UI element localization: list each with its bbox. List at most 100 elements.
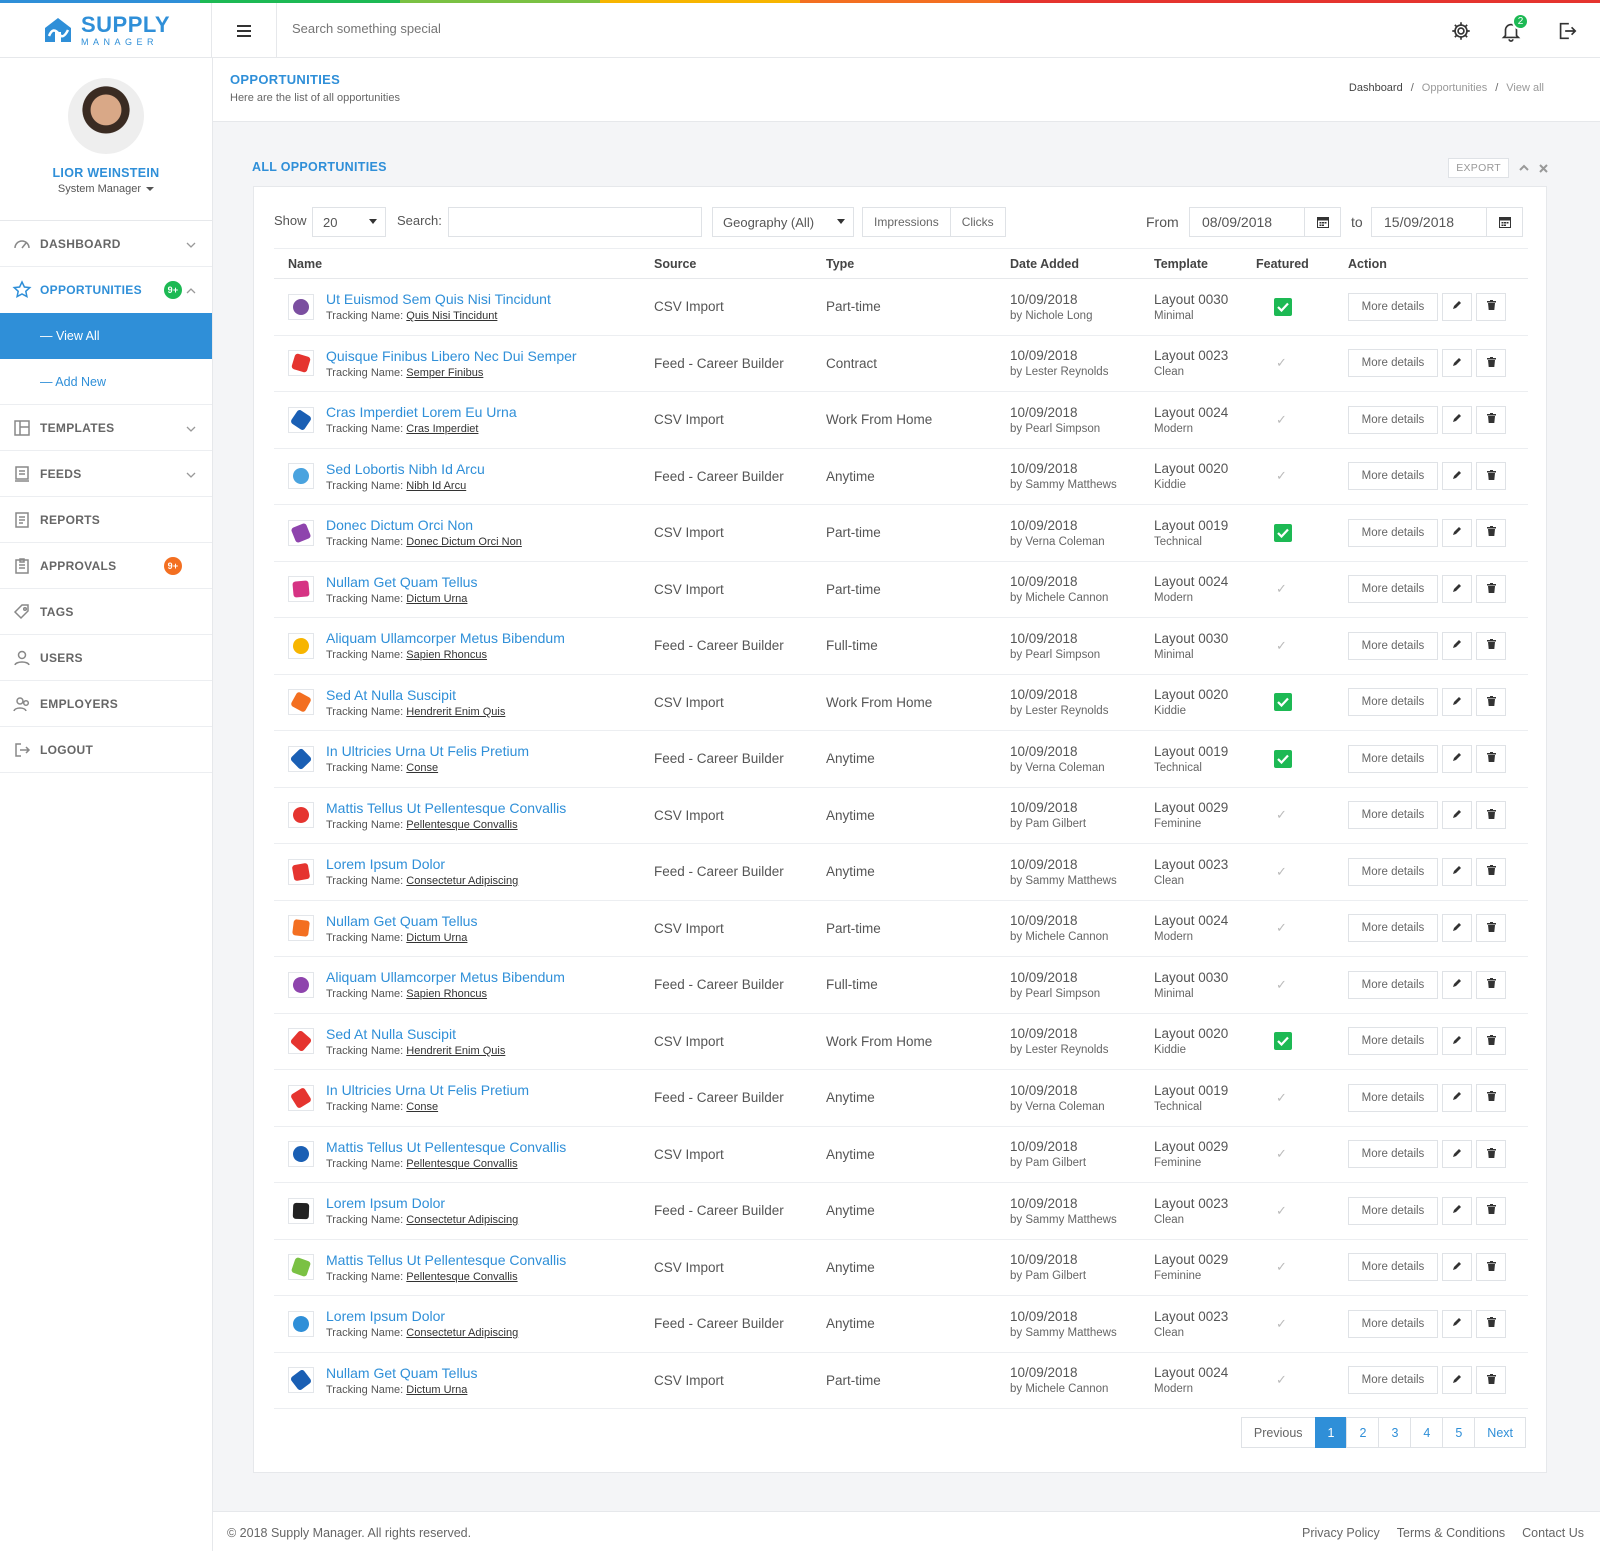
more-details-button[interactable]: More details bbox=[1348, 1366, 1438, 1395]
more-details-button[interactable]: More details bbox=[1348, 1196, 1438, 1225]
opportunity-name-link[interactable]: Lorem Ipsum Dolor bbox=[326, 1195, 518, 1211]
tracking-name-link[interactable]: Donec Dictum Orci Non bbox=[406, 536, 522, 548]
opportunity-name-link[interactable]: Mattis Tellus Ut Pellentesque Convallis bbox=[326, 800, 566, 816]
sidebar-item-dashboard[interactable]: DASHBOARD bbox=[0, 221, 212, 267]
delete-button[interactable] bbox=[1476, 631, 1506, 660]
edit-button[interactable] bbox=[1442, 518, 1472, 547]
delete-button[interactable] bbox=[1476, 1253, 1506, 1282]
from-calendar-button[interactable] bbox=[1305, 207, 1341, 237]
from-date-input[interactable] bbox=[1189, 207, 1305, 237]
featured-checkbox-unchecked[interactable]: ✓ bbox=[1276, 412, 1334, 428]
col-date-added[interactable]: Date Added bbox=[996, 248, 1140, 279]
delete-button[interactable] bbox=[1476, 518, 1506, 547]
more-details-button[interactable]: More details bbox=[1348, 575, 1438, 604]
featured-checkbox-unchecked[interactable]: ✓ bbox=[1276, 581, 1334, 597]
tracking-name-link[interactable]: Dictum Urna bbox=[406, 1384, 467, 1396]
delete-button[interactable] bbox=[1476, 405, 1506, 434]
export-button[interactable]: EXPORT bbox=[1448, 158, 1509, 178]
previous-page-button[interactable]: Previous bbox=[1240, 1417, 1316, 1448]
edit-button[interactable] bbox=[1442, 405, 1472, 434]
to-calendar-button[interactable] bbox=[1487, 207, 1523, 237]
next-page-button[interactable]: Next bbox=[1474, 1417, 1526, 1448]
delete-button[interactable] bbox=[1476, 1196, 1506, 1225]
more-details-button[interactable]: More details bbox=[1348, 518, 1438, 547]
opportunity-name-link[interactable]: Nullam Get Quam Tellus bbox=[326, 574, 477, 590]
more-details-button[interactable]: More details bbox=[1348, 1027, 1438, 1056]
more-details-button[interactable]: More details bbox=[1348, 292, 1438, 321]
global-search-input[interactable] bbox=[292, 21, 792, 36]
opportunity-name-link[interactable]: Cras Imperdiet Lorem Eu Urna bbox=[326, 404, 517, 420]
opportunity-name-link[interactable]: Lorem Ipsum Dolor bbox=[326, 1308, 518, 1324]
sidebar-item-templates[interactable]: TEMPLATES bbox=[0, 405, 212, 451]
opportunity-name-link[interactable]: Sed At Nulla Suscipit bbox=[326, 1026, 505, 1042]
edit-button[interactable] bbox=[1442, 914, 1472, 943]
tracking-name-link[interactable]: Nibh Id Arcu bbox=[406, 480, 466, 492]
geography-select[interactable]: Geography (All) bbox=[712, 207, 854, 237]
featured-checkbox-checked[interactable] bbox=[1274, 523, 1292, 542]
edit-button[interactable] bbox=[1442, 970, 1472, 999]
edit-button[interactable] bbox=[1442, 575, 1472, 604]
impressions-toggle[interactable]: Impressions bbox=[863, 208, 950, 236]
contact-us-link[interactable]: Contact Us bbox=[1522, 1526, 1584, 1540]
settings-button[interactable] bbox=[1447, 17, 1475, 45]
avatar[interactable] bbox=[68, 78, 144, 154]
tracking-name-link[interactable]: Pellentesque Convallis bbox=[406, 1271, 517, 1283]
edit-button[interactable] bbox=[1442, 1140, 1472, 1169]
featured-checkbox-checked[interactable] bbox=[1274, 1032, 1292, 1051]
delete-button[interactable] bbox=[1476, 801, 1506, 830]
tracking-name-link[interactable]: Consectetur Adipiscing bbox=[406, 1214, 518, 1226]
sidebar-item-tags[interactable]: TAGS bbox=[0, 589, 212, 635]
featured-checkbox-checked[interactable] bbox=[1274, 693, 1292, 712]
sidebar-item-reports[interactable]: REPORTS bbox=[0, 497, 212, 543]
edit-button[interactable] bbox=[1442, 744, 1472, 773]
tracking-name-link[interactable]: Consectetur Adipiscing bbox=[406, 1327, 518, 1339]
col-type[interactable]: Type bbox=[812, 248, 996, 279]
opportunity-name-link[interactable]: Mattis Tellus Ut Pellentesque Convallis bbox=[326, 1139, 566, 1155]
featured-checkbox-unchecked[interactable]: ✓ bbox=[1276, 1316, 1334, 1332]
notifications-button[interactable]: 2 bbox=[1497, 13, 1529, 45]
more-details-button[interactable]: More details bbox=[1348, 970, 1438, 999]
featured-checkbox-unchecked[interactable]: ✓ bbox=[1276, 1203, 1334, 1219]
tracking-name-link[interactable]: Conse bbox=[406, 762, 438, 774]
sidebar-item-users[interactable]: USERS bbox=[0, 635, 212, 681]
opportunity-name-link[interactable]: Mattis Tellus Ut Pellentesque Convallis bbox=[326, 1252, 566, 1268]
featured-checkbox-unchecked[interactable]: ✓ bbox=[1276, 468, 1334, 484]
delete-button[interactable] bbox=[1476, 1366, 1506, 1395]
col-name[interactable]: Name bbox=[274, 248, 640, 279]
page-5-button[interactable]: 5 bbox=[1442, 1417, 1476, 1448]
edit-button[interactable] bbox=[1442, 1253, 1472, 1282]
sidebar-item-logout[interactable]: LOGOUT bbox=[0, 727, 212, 773]
table-search-input[interactable] bbox=[448, 207, 702, 237]
delete-button[interactable] bbox=[1476, 1083, 1506, 1112]
featured-checkbox-unchecked[interactable]: ✓ bbox=[1276, 920, 1334, 936]
edit-button[interactable] bbox=[1442, 1309, 1472, 1338]
tracking-name-link[interactable]: Dictum Urna bbox=[406, 593, 467, 605]
edit-button[interactable] bbox=[1442, 1366, 1472, 1395]
more-details-button[interactable]: More details bbox=[1348, 1140, 1438, 1169]
tracking-name-link[interactable]: Quis Nisi Tincidunt bbox=[406, 310, 497, 322]
opportunity-name-link[interactable]: Nullam Get Quam Tellus bbox=[326, 913, 477, 929]
delete-button[interactable] bbox=[1476, 744, 1506, 773]
opportunity-name-link[interactable]: Ut Euismod Sem Quis Nisi Tincidunt bbox=[326, 291, 551, 307]
tracking-name-link[interactable]: Pellentesque Convallis bbox=[406, 819, 517, 831]
delete-button[interactable] bbox=[1476, 349, 1506, 378]
tracking-name-link[interactable]: Cras Imperdiet bbox=[406, 423, 478, 435]
tracking-name-link[interactable]: Sapien Rhoncus bbox=[406, 649, 487, 661]
featured-checkbox-unchecked[interactable]: ✓ bbox=[1276, 864, 1334, 880]
more-details-button[interactable]: More details bbox=[1348, 744, 1438, 773]
edit-button[interactable] bbox=[1442, 631, 1472, 660]
clicks-toggle[interactable]: Clicks bbox=[949, 208, 1005, 236]
opportunity-name-link[interactable]: Nullam Get Quam Tellus bbox=[326, 1365, 477, 1381]
featured-checkbox-unchecked[interactable]: ✓ bbox=[1276, 1259, 1334, 1275]
opportunity-name-link[interactable]: Donec Dictum Orci Non bbox=[326, 517, 522, 533]
page-2-button[interactable]: 2 bbox=[1346, 1417, 1380, 1448]
opportunity-name-link[interactable]: In Ultricies Urna Ut Felis Pretium bbox=[326, 743, 529, 759]
breadcrumb-opportunities[interactable]: Opportunities bbox=[1422, 82, 1487, 94]
more-details-button[interactable]: More details bbox=[1348, 801, 1438, 830]
delete-button[interactable] bbox=[1476, 688, 1506, 717]
edit-button[interactable] bbox=[1442, 801, 1472, 830]
tracking-name-link[interactable]: Dictum Urna bbox=[406, 932, 467, 944]
col-source[interactable]: Source bbox=[640, 248, 812, 279]
delete-button[interactable] bbox=[1476, 1309, 1506, 1338]
featured-checkbox-unchecked[interactable]: ✓ bbox=[1276, 1090, 1334, 1106]
